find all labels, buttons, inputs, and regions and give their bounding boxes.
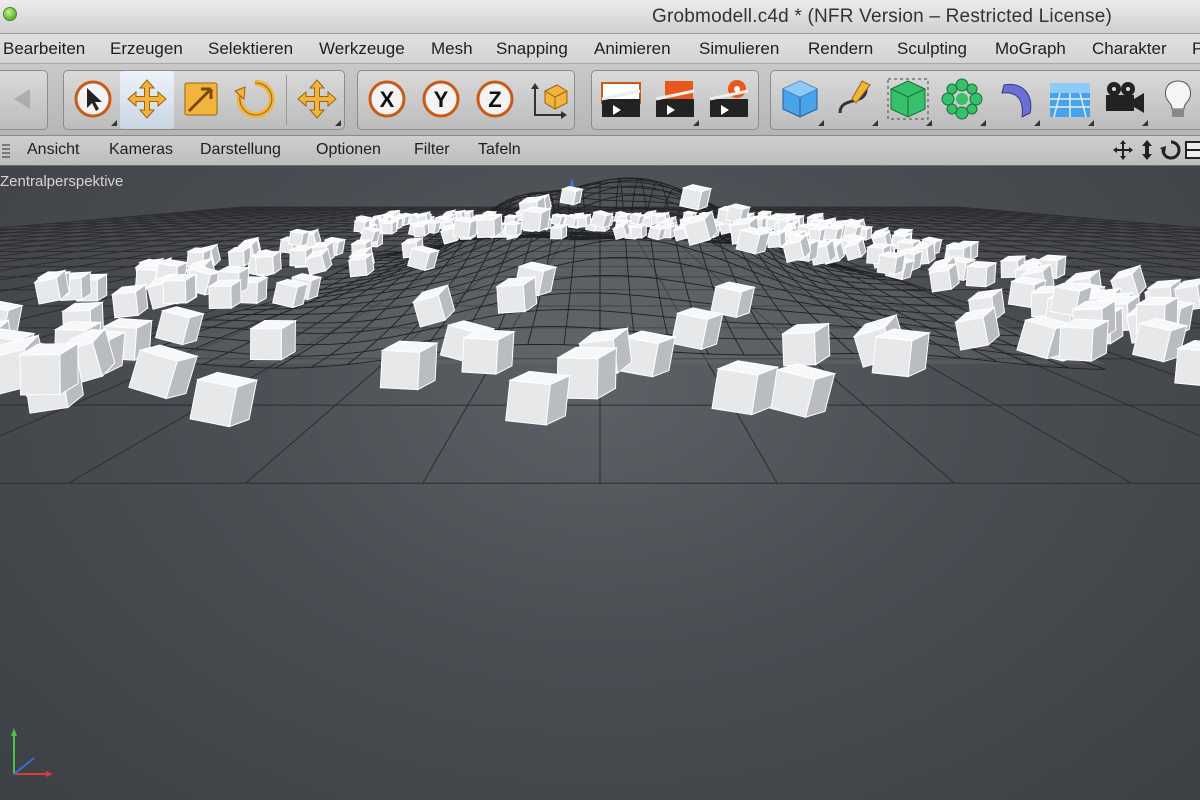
clone-cube [253, 250, 282, 276]
viewport-menu-optionen[interactable]: Optionen [316, 141, 381, 159]
transform-tools-group [63, 70, 345, 130]
render-group [591, 70, 759, 130]
zoom-window-button[interactable] [3, 7, 17, 21]
menu-simulieren[interactable]: Simulieren [699, 39, 779, 59]
axis-lock-group: X Y Z [357, 70, 575, 130]
menu-erzeugen[interactable]: Erzeugen [110, 39, 183, 59]
array-icon[interactable] [935, 71, 989, 129]
clone-cube [379, 340, 439, 391]
clone-cube [452, 216, 480, 239]
render-view-icon[interactable] [594, 71, 648, 129]
menu-mograph[interactable]: MoGraph [995, 39, 1066, 59]
clone-cube [161, 273, 198, 304]
menu-sculpting[interactable]: Sculpting [897, 39, 967, 59]
z-axis-lock-icon[interactable]: Z [468, 71, 522, 129]
clone-cube [287, 228, 312, 247]
viewport-camera-label: Zentralperspektive [0, 173, 124, 190]
move-icon[interactable] [120, 71, 174, 129]
main-toolbar: X Y Z [0, 64, 1200, 136]
clone-cube [549, 224, 569, 240]
viewport-navigation [1110, 139, 1200, 163]
clone-cube [679, 184, 713, 211]
clone-cube [503, 220, 524, 237]
viewport-menu-filter[interactable]: Filter [414, 141, 450, 159]
spline-pen-icon[interactable] [827, 71, 881, 129]
cube-primitive-icon[interactable] [773, 71, 827, 129]
clone-cube [226, 245, 252, 268]
3d-viewport[interactable]: Zentralperspektive [0, 166, 1200, 800]
world-axis-gizmo [11, 728, 53, 777]
clone-cube [780, 322, 831, 367]
viewport-menu-darstellung[interactable]: Darstellung [200, 141, 281, 159]
clone-cube [461, 329, 516, 375]
panel-grip-handle[interactable] [2, 144, 10, 158]
clone-cube [965, 261, 998, 288]
coordinate-system-icon[interactable] [522, 71, 576, 129]
clone-cube [18, 342, 80, 396]
menu-animieren[interactable]: Animieren [594, 39, 671, 59]
clone-cube [207, 279, 243, 309]
deformer-icon[interactable] [989, 71, 1043, 129]
camera-icon[interactable] [1097, 71, 1151, 129]
svg-text:X: X [380, 87, 395, 112]
last-tool-icon[interactable] [290, 71, 344, 129]
objects-group [770, 70, 1200, 130]
clone-cube [871, 328, 932, 378]
menu-charakter[interactable]: Charakter [1092, 39, 1167, 59]
viewport-menu-kameras[interactable]: Kameras [109, 141, 173, 159]
clone-cube [189, 371, 259, 428]
undo-group [0, 70, 48, 130]
scale-icon[interactable] [174, 71, 228, 129]
menu-mesh[interactable]: Mesh [431, 39, 473, 59]
subdivision-surface-icon[interactable] [881, 71, 935, 129]
svg-text:Z: Z [488, 87, 501, 112]
menu-rendern[interactable]: Rendern [808, 39, 873, 59]
zoom-view-icon[interactable] [1136, 139, 1158, 161]
menu-bearbeiten[interactable]: Bearbeiten [3, 39, 85, 59]
clone-cube [670, 307, 725, 351]
viewport-menu-ansicht[interactable]: Ansicht [27, 141, 79, 159]
menu-snapping[interactable]: Snapping [496, 39, 568, 59]
toggle-layout-icon[interactable] [1184, 139, 1200, 161]
window-title: Grobmodell.c4d * (NFR Version – Restrict… [652, 6, 1113, 27]
pan-view-icon[interactable] [1112, 139, 1134, 161]
floor-icon[interactable] [1043, 71, 1097, 129]
rotate-icon[interactable] [228, 71, 282, 129]
clone-cube [495, 276, 538, 314]
title-bar: Grobmodell.c4d * (NFR Version – Restrict… [0, 0, 1200, 34]
clone-cube [575, 213, 592, 228]
menu-plugins[interactable]: P [1192, 39, 1200, 59]
menu-selektieren[interactable]: Selektieren [208, 39, 293, 59]
clone-cube [1058, 318, 1110, 362]
viewport-menu-tafeln[interactable]: Tafeln [478, 141, 521, 159]
menu-werkzeuge[interactable]: Werkzeuge [319, 39, 405, 59]
svg-text:Y: Y [434, 87, 449, 112]
clone-cube [474, 213, 504, 239]
clone-cube [505, 370, 572, 426]
viewport-menu-bar: Ansicht Kameras Darstellung Optionen Fil… [0, 136, 1200, 166]
x-axis-lock-icon[interactable]: X [360, 71, 414, 129]
clone-cube [711, 360, 780, 416]
main-menu-bar: Bearbeiten Erzeugen Selektieren Werkzeug… [0, 34, 1200, 64]
render-picture-viewer-icon[interactable] [648, 71, 702, 129]
rotate-view-icon[interactable] [1160, 139, 1182, 161]
clone-cube [248, 319, 298, 361]
clone-cube [412, 221, 430, 238]
undo-icon[interactable] [0, 71, 49, 129]
clone-cube [520, 206, 553, 233]
y-axis-lock-icon[interactable]: Y [414, 71, 468, 129]
clone-cube [876, 251, 907, 276]
light-icon[interactable] [1151, 71, 1200, 129]
scene-canvas[interactable] [0, 166, 1200, 800]
render-settings-icon[interactable] [702, 71, 756, 129]
clone-cube [559, 186, 585, 206]
clone-cube [629, 223, 648, 239]
live-selection-icon[interactable] [66, 71, 120, 129]
